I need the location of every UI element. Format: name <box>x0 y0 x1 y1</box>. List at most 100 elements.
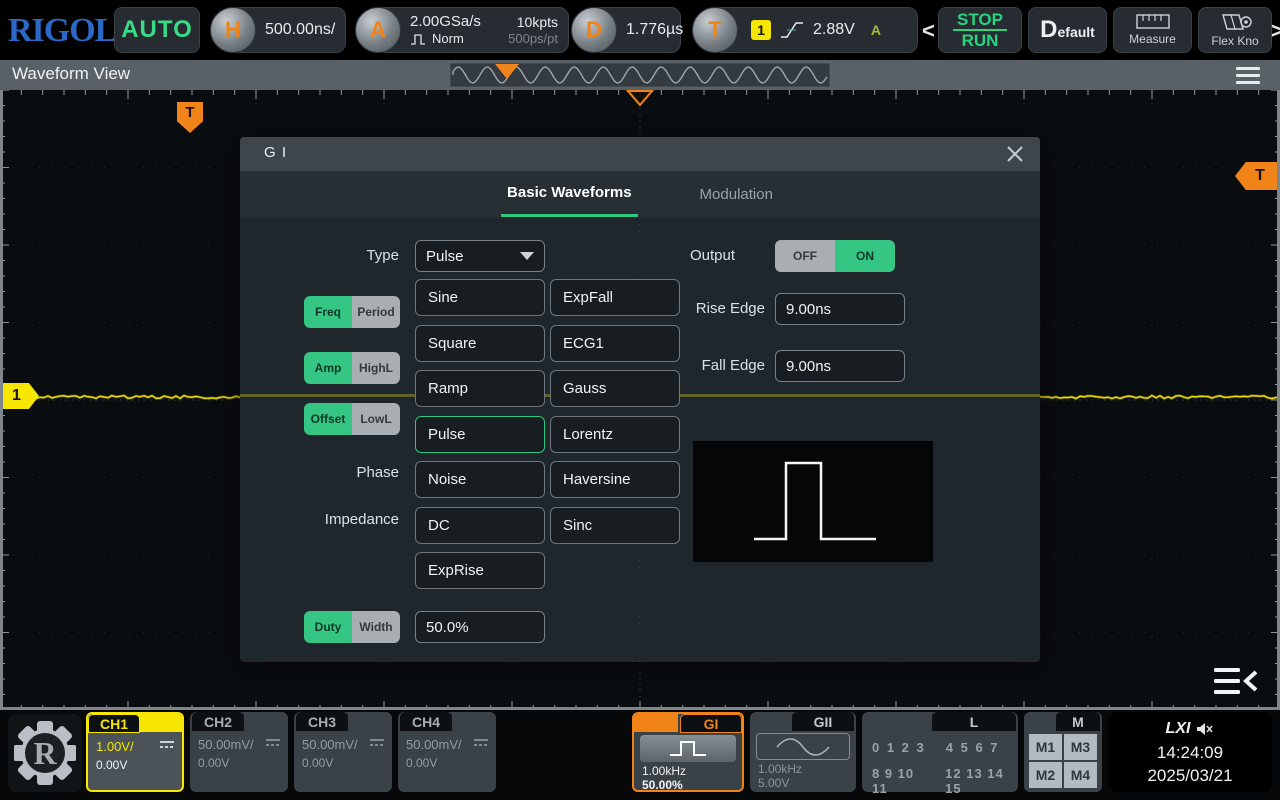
waveform-square[interactable]: Square <box>415 325 545 362</box>
rigol-logo: RIGOL <box>8 12 116 50</box>
output-label: Output <box>605 247 735 264</box>
gii-wave-box <box>756 733 850 760</box>
trigger-level: 2.88V <box>813 21 855 39</box>
status-clock-block[interactable]: LXI 14:24:09 2025/03/21 <box>1108 712 1272 792</box>
type-label: Type <box>269 247 399 264</box>
stop-run-button[interactable]: STOP RUN <box>938 7 1022 53</box>
acquire-box[interactable]: 2.00GSa/s 10kpts Norm 500ps/pt <box>383 7 569 53</box>
scope-left-edge <box>0 90 3 710</box>
gii-sine-icon <box>773 737 833 757</box>
freq-period-toggle[interactable]: Freq Period <box>304 296 400 328</box>
generator-card-gii[interactable]: GII 1.00kHz 5.00V <box>750 712 856 792</box>
amp-label[interactable]: Amp <box>304 352 352 384</box>
math-m4[interactable]: M4 <box>1064 762 1097 788</box>
highl-label[interactable]: HighL <box>352 352 400 384</box>
waveform-sine[interactable]: Sine <box>415 279 545 316</box>
rigol-gear-button[interactable]: R <box>8 714 82 792</box>
generator-dialog: G I Basic Waveforms Modulation Type Outp… <box>240 137 1040 662</box>
acquisition-mode-badge[interactable]: AUTO <box>114 7 200 53</box>
navigator-position-marker[interactable] <box>495 64 519 79</box>
trigger-source-badge: 1 <box>751 20 771 40</box>
waveform-preview <box>693 441 933 562</box>
rise-edge-input[interactable]: 9.00ns <box>775 293 905 325</box>
duty-label[interactable]: Duty <box>304 611 352 643</box>
trigger-position-marker[interactable] <box>625 90 655 108</box>
horizontal-knob-button[interactable]: H <box>210 7 256 53</box>
ch4-scale: 50.00mV/ <box>406 737 462 752</box>
math-card[interactable]: M M1 M3 M2 M4 <box>1024 712 1102 792</box>
waveform-ramp[interactable]: Ramp <box>415 370 545 407</box>
math-m2[interactable]: M2 <box>1029 762 1062 788</box>
gi-pulse-icon <box>666 738 710 760</box>
duty-width-toggle[interactable]: Duty Width <box>304 611 400 643</box>
offset-label[interactable]: Offset <box>304 403 352 435</box>
ch4-offset: 0.00V <box>406 756 437 770</box>
waveform-dc[interactable]: DC <box>415 507 545 544</box>
gii-tab: GII <box>792 712 854 731</box>
trigger-box[interactable]: 1 2.88V A <box>720 7 918 53</box>
math-m3[interactable]: M3 <box>1064 734 1097 760</box>
waveform-haversine[interactable]: Haversine <box>550 461 680 498</box>
sample-resolution: 500ps/pt <box>508 31 558 47</box>
waveform-exprise[interactable]: ExpRise <box>415 552 545 589</box>
stop-label: STOP <box>953 10 1007 31</box>
menu-collapse-icon[interactable] <box>1214 666 1258 696</box>
toolbar-scroll-left-icon[interactable]: < <box>922 18 935 44</box>
system-time: 14:24:09 <box>1108 743 1272 763</box>
logic-card[interactable]: L 0 1 2 3 4 5 6 7 8 9 10 11 12 13 14 15 <box>862 712 1018 792</box>
close-icon[interactable] <box>1004 143 1026 165</box>
toolbar-scroll-right-icon[interactable]: > <box>1271 18 1280 44</box>
generator-card-gi[interactable]: GI 1.00kHz 50.00% <box>632 712 744 792</box>
waveform-menu-icon[interactable] <box>1236 67 1260 84</box>
period-label[interactable]: Period <box>352 296 400 328</box>
waveform-gauss[interactable]: Gauss <box>550 370 680 407</box>
freq-label[interactable]: Freq <box>304 296 352 328</box>
waveform-lorentz[interactable]: Lorentz <box>550 416 680 453</box>
measure-label: Measure <box>1129 32 1176 46</box>
default-button[interactable]: Default <box>1028 7 1107 53</box>
channel-card-ch1[interactable]: CH1 1.00V/ 0.00V <box>86 712 184 792</box>
waveform-display[interactable]: T T 1 G I Basic Waveforms Modulation Typ… <box>0 90 1280 710</box>
waveform-noise[interactable]: Noise <box>415 461 545 498</box>
memory-depth: 10kpts <box>517 13 558 31</box>
ch4-coupling-icon <box>473 738 489 748</box>
phase-label: Phase <box>269 464 399 481</box>
offset-lowl-toggle[interactable]: Offset LowL <box>304 403 400 435</box>
waveform-ecg1[interactable]: ECG1 <box>550 325 680 362</box>
waveform-navigator[interactable] <box>450 63 830 87</box>
gi-wave-box <box>640 735 736 762</box>
math-tab: M <box>1056 712 1100 731</box>
tab-basic-waveforms[interactable]: Basic Waveforms <box>501 171 638 217</box>
fall-edge-input[interactable]: 9.00ns <box>775 350 905 382</box>
type-value: Pulse <box>426 248 464 265</box>
flex-knob-icon <box>1217 13 1253 31</box>
amp-highl-toggle[interactable]: Amp HighL <box>304 352 400 384</box>
output-toggle[interactable]: OFF ON <box>775 240 895 272</box>
waveform-expfall[interactable]: ExpFall <box>550 279 680 316</box>
logic-digits-row2a: 8 9 10 11 <box>872 766 929 796</box>
dialog-titlebar[interactable]: G I <box>240 137 1040 171</box>
delay-knob-button[interactable]: D <box>571 7 617 53</box>
duty-input[interactable]: 50.0% <box>415 611 545 643</box>
channel-card-ch2[interactable]: CH2 50.00mV/ 0.00V <box>190 712 288 792</box>
measure-button[interactable]: Measure <box>1113 7 1192 53</box>
waveform-sinc[interactable]: Sinc <box>550 507 680 544</box>
svg-text:R: R <box>33 735 57 771</box>
trigger-knob-button[interactable]: T <box>692 7 738 53</box>
acquire-knob-button[interactable]: A <box>355 7 401 53</box>
flex-knob-button[interactable]: Flex Kno <box>1198 7 1272 53</box>
waveform-pulse[interactable]: Pulse <box>415 416 545 453</box>
ch1-scale: 1.00V/ <box>96 739 134 754</box>
output-on-label[interactable]: ON <box>835 240 895 272</box>
timebase-value: 500.00ns/ <box>265 21 335 39</box>
channel-card-ch4[interactable]: CH4 50.00mV/ 0.00V <box>398 712 496 792</box>
acquire-waveform-icon <box>410 33 428 45</box>
type-dropdown[interactable]: Pulse <box>415 240 545 272</box>
math-m1[interactable]: M1 <box>1029 734 1062 760</box>
width-label[interactable]: Width <box>352 611 400 643</box>
channel-card-ch3[interactable]: CH3 50.00mV/ 0.00V <box>294 712 392 792</box>
tab-modulation[interactable]: Modulation <box>694 171 779 217</box>
output-off-label[interactable]: OFF <box>775 240 835 272</box>
dialog-title: G I <box>264 144 287 161</box>
lowl-label[interactable]: LowL <box>352 403 400 435</box>
